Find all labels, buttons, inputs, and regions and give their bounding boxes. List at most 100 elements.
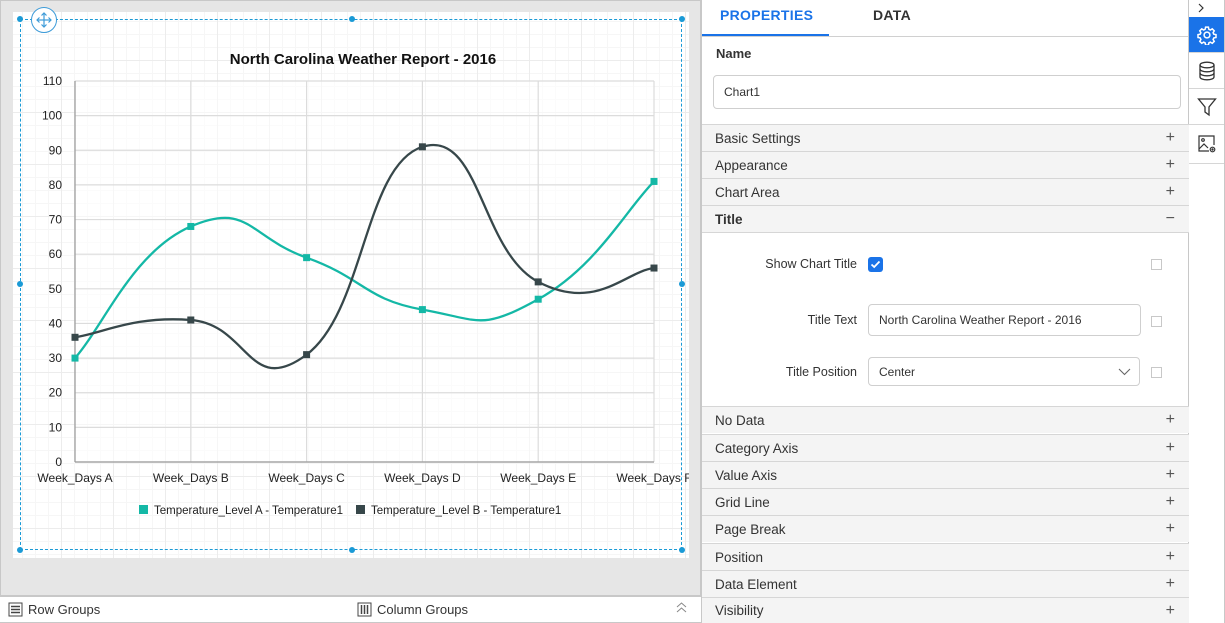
y-tick-label: 30 <box>49 351 63 365</box>
x-tick-label: Week_Days F <box>616 471 689 485</box>
column-groups-button[interactable]: Column Groups <box>357 602 468 617</box>
expand-icon: + <box>1165 601 1175 619</box>
y-tick-label: 20 <box>49 386 63 400</box>
collapse-icon: − <box>1165 210 1175 227</box>
active-tab-indicator <box>702 34 829 36</box>
x-tick-label: Week_Days C <box>268 471 345 485</box>
move-handle[interactable] <box>31 7 57 33</box>
report-design-surface[interactable]: 0 10 20 30 40 50 60 70 80 90 100 110 Week_Days A Week… <box>13 12 689 558</box>
plot-area <box>75 81 654 462</box>
x-tick-label: Week_Days B <box>153 471 229 485</box>
checkmark-icon <box>870 260 881 269</box>
title-position-dropdown[interactable]: Center <box>868 357 1140 386</box>
expand-icon: + <box>1165 575 1175 592</box>
expand-icon: + <box>1165 129 1175 146</box>
double-chevron-up-icon <box>676 602 687 613</box>
line-chart[interactable]: 0 10 20 30 40 50 60 70 80 90 100 110 Week_Days A Week… <box>13 12 689 558</box>
side-rail <box>1189 0 1225 623</box>
design-canvas: 0 10 20 30 40 50 60 70 80 90 100 110 Week_Days A Week… <box>0 0 701 596</box>
data-point-marker <box>534 278 542 286</box>
y-tick-label: 50 <box>49 282 63 296</box>
section-appearance[interactable]: Appearance + <box>702 151 1189 178</box>
y-tick-label: 90 <box>49 143 63 157</box>
section-label: Chart Area <box>715 184 780 200</box>
properties-rail-button[interactable] <box>1189 17 1224 53</box>
expand-groups-button[interactable] <box>676 601 687 614</box>
expand-icon: + <box>1165 548 1175 565</box>
data-point-marker <box>650 177 658 185</box>
show-chart-title-expression-checkbox[interactable] <box>1151 259 1162 270</box>
chevron-down-icon <box>1118 368 1131 376</box>
legend-swatch <box>139 505 148 514</box>
section-category-axis[interactable]: Category Axis + <box>702 434 1189 461</box>
section-label: Title <box>715 211 743 227</box>
tab-data[interactable]: DATA <box>873 7 911 23</box>
name-input[interactable]: Chart1 <box>713 75 1181 109</box>
show-chart-title-label: Show Chart Title <box>765 257 857 271</box>
y-tick-label: 110 <box>43 74 62 88</box>
properties-tabs: PROPERTIES DATA <box>702 0 1188 37</box>
title-position-expression-checkbox[interactable] <box>1151 367 1162 378</box>
y-tick-label: 10 <box>49 420 63 434</box>
database-icon <box>1198 61 1215 80</box>
tab-properties[interactable]: PROPERTIES <box>720 7 813 23</box>
section-label: Grid Line <box>715 494 770 510</box>
title-position-value: Center <box>879 364 916 379</box>
section-label: Visibility <box>715 603 764 618</box>
data-point-marker <box>418 143 426 151</box>
expand-icon: + <box>1165 411 1175 428</box>
row-groups-icon <box>8 602 23 617</box>
section-grid-line[interactable]: Grid Line + <box>702 488 1189 515</box>
gear-icon <box>1196 25 1217 45</box>
section-label: No Data <box>715 412 765 428</box>
section-label: Value Axis <box>715 467 778 483</box>
x-tick-label: Week_Days A <box>37 471 112 485</box>
column-groups-label: Column Groups <box>377 602 469 617</box>
section-label: Position <box>715 549 764 565</box>
row-groups-label: Row Groups <box>28 602 101 617</box>
y-tick-label: 80 <box>49 178 63 192</box>
row-groups-button[interactable]: Row Groups <box>8 602 100 617</box>
x-tick-label: Week_Days D <box>384 471 461 485</box>
x-tick-label: Week_Days E <box>500 471 576 485</box>
section-page-break[interactable]: Page Break + <box>702 515 1189 542</box>
data-point-marker <box>71 333 79 341</box>
image-settings-rail-button[interactable] <box>1189 125 1224 164</box>
expand-icon: + <box>1165 183 1175 200</box>
section-label: Appearance <box>715 157 788 173</box>
title-position-label: Title Position <box>785 365 857 379</box>
data-point-marker <box>187 316 195 324</box>
expand-icon: + <box>1165 439 1175 456</box>
expand-icon: + <box>1165 520 1175 537</box>
legend-swatch <box>356 505 365 514</box>
title-text-expression-checkbox[interactable] <box>1151 316 1162 327</box>
section-data-element[interactable]: Data Element + <box>702 570 1189 597</box>
section-basic-settings[interactable]: Basic Settings + <box>702 124 1189 151</box>
data-point-marker <box>303 254 311 262</box>
properties-panel: PROPERTIES DATA Name Chart1 Basic Settin… <box>701 0 1189 623</box>
section-label: Basic Settings <box>715 130 801 146</box>
section-visibility[interactable]: Visibility + <box>702 597 1189 623</box>
section-no-data[interactable]: No Data + <box>702 406 1189 433</box>
data-rail-button[interactable] <box>1189 53 1224 89</box>
data-point-marker <box>303 351 311 359</box>
collapse-panel-button[interactable] <box>1197 1 1205 17</box>
y-tick-label: 0 <box>55 455 62 469</box>
y-tick-label: 40 <box>49 316 63 330</box>
legend-label: Temperature_Level A - Temperature1 <box>154 505 343 517</box>
title-text-input[interactable]: North Carolina Weather Report - 2016 <box>868 304 1141 336</box>
column-groups-icon <box>357 602 372 617</box>
name-label: Name <box>716 46 752 61</box>
section-title[interactable]: Title − <box>702 205 1189 233</box>
section-chart-area[interactable]: Chart Area + <box>702 178 1189 205</box>
expand-icon: + <box>1165 493 1175 510</box>
chart-title: North Carolina Weather Report - 2016 <box>230 51 496 68</box>
section-position[interactable]: Position + <box>702 543 1189 570</box>
section-label: Data Element <box>715 576 797 592</box>
y-tick-label: 70 <box>49 213 63 227</box>
section-value-axis[interactable]: Value Axis + <box>702 461 1189 488</box>
expand-icon: + <box>1165 156 1175 173</box>
show-chart-title-checkbox[interactable] <box>868 257 883 272</box>
filter-rail-button[interactable] <box>1189 89 1224 125</box>
title-text-label: Title Text <box>807 313 857 327</box>
